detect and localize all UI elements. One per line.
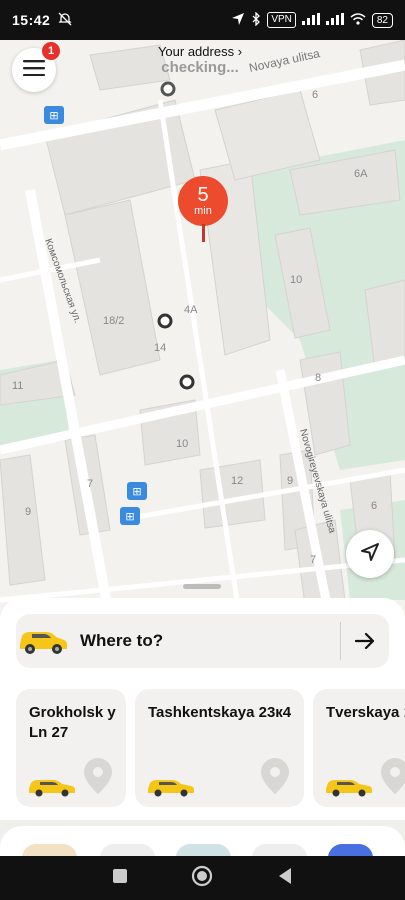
svg-text:⊞: ⊞ [49,109,58,122]
taxi-car-icon [324,775,374,802]
system-nav-bar [0,856,405,900]
eta-minutes: 5 [197,184,209,206]
battery-indicator: 82 [371,12,393,28]
bus-stop-icon: ⊞ [44,106,64,124]
svg-text:9: 9 [25,506,31,518]
destination-card[interactable]: Tashkentskaya 23к4 [135,689,304,807]
taxi-car-icon [146,775,196,802]
bus-stop-icon: ⊞ [127,482,147,500]
place-pin-icon [78,756,118,801]
services-sheet[interactable] [0,826,405,856]
svg-text:10: 10 [176,438,188,450]
svg-text:4A: 4A [184,304,198,316]
service-chip[interactable] [252,844,307,856]
arrow-right-icon[interactable] [341,632,389,650]
svg-text:12: 12 [231,475,243,487]
signal-icon [301,12,320,28]
recent-destinations: Grokholsk y Ln 27 Tashkentskaya 23к4 Tve… [16,689,405,807]
destination-card[interactable]: Tverskaya 11 [313,689,405,807]
eta-unit: min [194,205,212,217]
recents-icon[interactable] [112,868,128,889]
pickup-point [179,374,195,390]
service-chip[interactable] [328,844,373,856]
address-header[interactable]: Your address › checking... [100,44,300,76]
destination-title: Tverskaya 11 [326,704,405,721]
svg-text:6A: 6A [354,168,368,180]
where-to-label: Where to? [80,631,164,650]
mute-icon [58,12,72,29]
back-icon[interactable] [277,867,293,890]
map[interactable]: ⊞ ⊞ ⊞ Novaya ulitsa Комсомольская ул. No… [0,40,405,620]
sheet-handle[interactable] [183,584,221,589]
svg-text:8: 8 [315,372,321,384]
bluetooth-icon [251,10,261,29]
place-pin-icon [375,756,405,801]
pickup-point [157,313,173,329]
bus-stop-icon: ⊞ [120,507,140,525]
destination-title: Grokholsk y Ln 27 [29,704,116,741]
signal-icon-2 [325,12,344,28]
location-icon [231,12,245,29]
service-chip[interactable] [22,844,77,856]
destination-card[interactable]: Grokholsk y Ln 27 [16,689,126,807]
hamburger-icon [23,59,45,81]
navigation-arrow-icon [360,542,380,567]
notification-badge: 1 [42,42,60,60]
menu-button[interactable]: 1 [12,42,60,92]
status-bar: 15:42 VPN 82 [0,0,405,40]
svg-text:⊞: ⊞ [132,485,141,498]
pickup-point [160,81,176,97]
service-chip[interactable] [100,844,155,856]
address-label: Your address › [157,44,243,59]
pickup-pin[interactable]: 5 min [178,176,228,242]
svg-text:10: 10 [290,274,302,286]
svg-text:18/2: 18/2 [103,315,124,327]
taxi-car-icon [16,622,68,661]
svg-text:⊞: ⊞ [125,510,134,523]
clock: 15:42 [12,12,51,28]
map-canvas: ⊞ ⊞ ⊞ Novaya ulitsa Комсомольская ул. No… [0,40,405,620]
my-location-button[interactable] [346,530,394,578]
svg-text:11: 11 [12,380,23,392]
vpn-badge: VPN [267,12,296,28]
where-to-field[interactable]: Where to? [16,614,389,668]
pin-stem [201,224,205,242]
svg-text:7: 7 [310,554,316,566]
svg-text:14: 14 [154,342,166,354]
service-chip[interactable] [176,844,231,856]
address-value: checking... [161,59,239,76]
eta-bubble: 5 min [178,176,228,226]
svg-text:7: 7 [87,478,93,490]
svg-text:6: 6 [371,500,377,512]
destination-title: Tashkentskaya 23к4 [148,704,292,721]
wifi-icon [350,12,366,28]
bottom-sheet: Where to? Grokholsk y Ln 27 Tashkentskay… [0,584,405,820]
svg-text:6: 6 [312,89,318,101]
home-icon[interactable] [191,865,213,892]
svg-text:9: 9 [287,475,293,487]
place-pin-icon [255,756,295,801]
taxi-car-icon [27,775,77,802]
